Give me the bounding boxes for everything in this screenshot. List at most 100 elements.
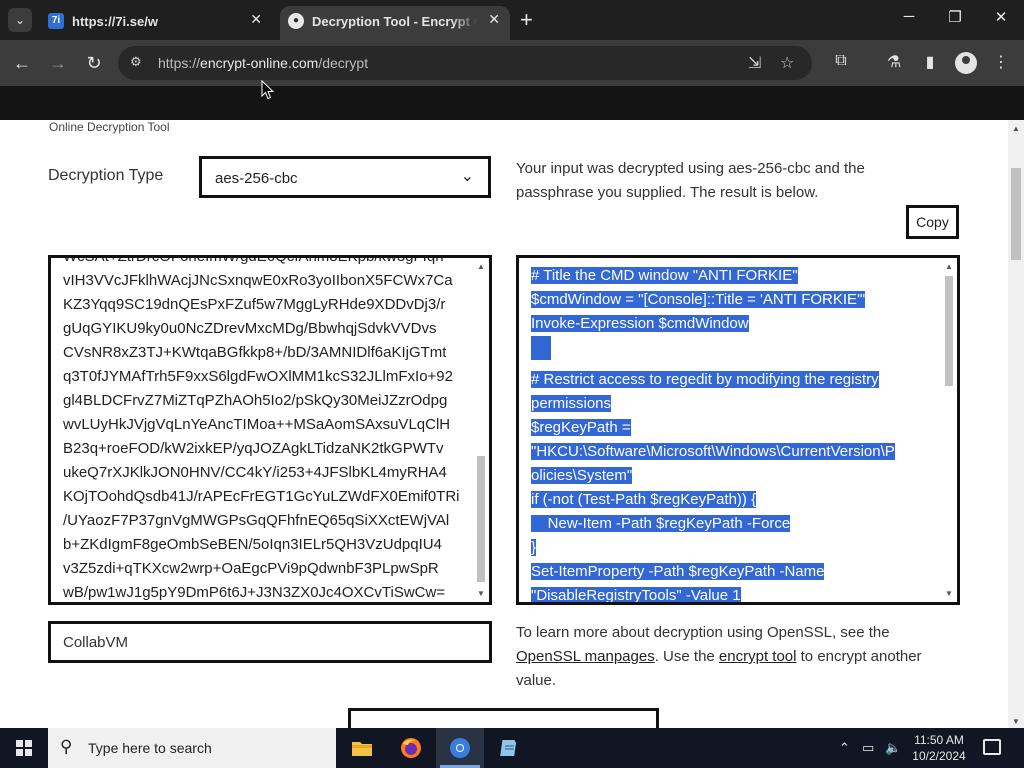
- selected-text: # Restrict access to regedit by modifyin…: [531, 371, 879, 388]
- ciphertext-content: WcSAt+ZtrDrcOFoneImW/gdE6QcIAhm8EKpb/kw3…: [63, 255, 460, 602]
- labs-icon[interactable]: ⚗: [883, 52, 905, 72]
- ciphertext-line: WcSAt+ZtrDrcOFoneImW/gdE6QcIAhm8EKpb/kw3…: [63, 255, 444, 265]
- install-app-icon[interactable]: ⇲: [748, 53, 761, 73]
- selected-text: [531, 336, 551, 360]
- plaintext-line: $cmdWindow = "[Console]::Title = 'ANTI F…: [531, 288, 943, 312]
- taskbar-search-box[interactable]: ⚲ Type here to search: [48, 728, 336, 768]
- scroll-up-icon[interactable]: ▲: [1008, 124, 1024, 133]
- taskbar-file-explorer[interactable]: [338, 728, 386, 768]
- ciphertext-line: CVsNR8xZ3TJ+KWtqaBGfkkp8+/bD/3AMNIDlf6aK…: [63, 344, 447, 361]
- clock-date: 10/2/2024: [912, 749, 966, 763]
- window-close-icon[interactable]: ✕: [978, 8, 1024, 26]
- plaintext-line: }: [531, 536, 943, 560]
- ciphertext-textarea[interactable]: WcSAt+ZtrDrcOFoneImW/gdE6QcIAhm8EKpb/kw3…: [48, 255, 492, 605]
- page-scrollbar[interactable]: ▲ ▼: [1008, 120, 1024, 728]
- tab-title: Decryption Tool - Encrypt Online: [312, 14, 477, 29]
- ciphertext-line: q3T0fJYMAfTrh5F9xxS6lgdFwOXlMM1kcS32JLlm…: [63, 368, 453, 385]
- encrypt-tool-link[interactable]: encrypt tool: [719, 648, 797, 665]
- notepad-icon: [500, 740, 517, 756]
- search-icon: ⚲: [60, 737, 73, 756]
- url-text[interactable]: https://encrypt-online.com/decrypt: [158, 55, 368, 71]
- plaintext-line: Invoke-Expression $cmdWindow: [531, 312, 943, 336]
- back-icon[interactable]: ←: [9, 50, 35, 76]
- taskbar-chrome[interactable]: [436, 728, 484, 768]
- scroll-thumb[interactable]: [477, 456, 485, 582]
- url-host: encrypt-online.com: [200, 55, 319, 71]
- decrypt-button[interactable]: [348, 708, 659, 728]
- plaintext-output[interactable]: # Title the CMD window "ANTI FORKIE" $cmd…: [516, 255, 960, 605]
- plaintext-line: Set-ItemProperty -Path $regKeyPath -Name: [531, 560, 943, 584]
- decryption-type-select[interactable]: aes-256-cbc ⌄: [199, 156, 491, 198]
- address-bar[interactable]: ⚙ https://encrypt-online.com/decrypt ⇲ ☆: [118, 46, 812, 80]
- plaintext-line: permissions: [531, 392, 943, 416]
- url-path: /decrypt: [318, 55, 369, 71]
- reload-icon[interactable]: ↻: [81, 50, 107, 76]
- scroll-thumb[interactable]: [945, 276, 953, 386]
- decryption-type-value: aes-256-cbc: [215, 170, 298, 187]
- taskbar-firefox[interactable]: [387, 728, 435, 768]
- ciphertext-line: /UYaozF7P37gnVgMWGPsGqQFhfnEQ65qSiXXctEW…: [63, 512, 450, 529]
- minimize-icon[interactable]: ─: [886, 8, 932, 25]
- learn-prefix: To learn more about decryption using Ope…: [516, 624, 890, 641]
- page-scroll-thumb[interactable]: [1011, 168, 1021, 260]
- folder-icon: [352, 742, 372, 756]
- menu-kebab-icon[interactable]: ⋮: [990, 52, 1012, 72]
- url-scheme: https://: [158, 55, 201, 71]
- taskbar-clock[interactable]: 11:50 AM 10/2/2024: [907, 732, 971, 764]
- show-hidden-icons-icon[interactable]: ⌃: [839, 740, 850, 756]
- new-tab-icon[interactable]: +: [520, 7, 533, 33]
- scroll-down-icon[interactable]: ▼: [943, 589, 955, 598]
- bookmark-star-icon[interactable]: ☆: [780, 53, 794, 73]
- network-icon[interactable]: ▭: [862, 740, 874, 756]
- site-info-icon[interactable]: ⚙: [130, 54, 148, 72]
- ciphertext-line: vIH3VVcJFklhWAcjJNcSxnqwE0xRo3yoIIbonX5F…: [63, 272, 453, 289]
- site-header-bar: [0, 86, 1024, 120]
- volume-muted-icon[interactable]: 🔈: [885, 740, 901, 756]
- selected-text: New-Item -Path $regKeyPath -Force: [531, 515, 791, 532]
- ciphertext-line: wvLUyHkJVjgVqLnYeAncTIMoa++MSaAomSAxsuVL…: [63, 416, 451, 433]
- start-button[interactable]: [0, 728, 48, 768]
- selected-text: "HKCU:\Software\Microsoft\Windows\Curren…: [531, 443, 895, 460]
- learn-more-text: To learn more about decryption using Ope…: [516, 621, 956, 693]
- firefox-icon: [401, 738, 421, 758]
- page-breadcrumb: Online Decryption Tool: [49, 120, 170, 134]
- scroll-down-icon[interactable]: ▼: [1008, 717, 1024, 726]
- tab-decryption-tool[interactable]: ● Decryption Tool - Encrypt Online ✕: [280, 6, 510, 40]
- plaintext-scrollbar[interactable]: ▲ ▼: [943, 260, 955, 600]
- selected-text: "DisableRegistryTools" -Value 1: [531, 587, 741, 604]
- profile-avatar-icon[interactable]: [955, 52, 977, 74]
- ciphertext-line: wB/pw1wJ1g5pY9DmP6t6J+J3N3ZX0Jc4OXCvTiSw…: [63, 584, 446, 601]
- taskbar-notepad[interactable]: [486, 728, 534, 768]
- selected-text: $regKeyPath =: [531, 419, 631, 436]
- plaintext-line: "DisableRegistryTools" -Value 1: [531, 584, 943, 604]
- forward-icon[interactable]: →: [45, 50, 71, 76]
- passphrase-input[interactable]: CollabVM: [48, 621, 492, 663]
- copy-button[interactable]: Copy: [906, 205, 959, 239]
- tab-search-button[interactable]: ⌄: [8, 8, 32, 32]
- plaintext-line: olicies\System": [531, 464, 943, 488]
- openssl-manpages-link[interactable]: OpenSSL manpages: [516, 648, 655, 665]
- restore-icon[interactable]: ❐: [932, 8, 978, 26]
- tab-close-icon[interactable]: ✕: [250, 11, 262, 28]
- chrome-icon: [450, 738, 470, 758]
- plaintext-line: "HKCU:\Software\Microsoft\Windows\Curren…: [531, 440, 943, 464]
- side-panel-icon[interactable]: ▮: [919, 52, 941, 72]
- ciphertext-line: KOjTOohdQsdb41J/rAPEcFrEGT1GcYuLZWdFX0Em…: [63, 488, 460, 505]
- ciphertext-line: gl4BLDCFrvZ7MiZTqPZhAOh5Io2/pSkQy30MeiJZ…: [63, 392, 448, 409]
- learn-middle: . Use the: [654, 648, 719, 665]
- scroll-down-icon[interactable]: ▼: [475, 589, 487, 598]
- browser-tab-bar: ⌄ 7i https://7i.se/w ✕ ● Decryption Tool…: [0, 0, 1024, 40]
- scroll-up-icon[interactable]: ▲: [475, 262, 487, 271]
- chevron-down-icon: ⌄: [460, 168, 474, 185]
- tab-7i[interactable]: 7i https://7i.se/w ✕: [40, 6, 272, 40]
- tab-close-icon[interactable]: ✕: [488, 11, 500, 28]
- selected-text: permissions: [531, 395, 612, 412]
- tab-favicon-icon: ●: [288, 13, 304, 29]
- extensions-icon[interactable]: ⧉: [830, 52, 852, 70]
- taskbar-search-placeholder: Type here to search: [88, 740, 212, 756]
- scroll-up-icon[interactable]: ▲: [943, 262, 955, 271]
- ciphertext-scrollbar[interactable]: ▲ ▼: [475, 260, 487, 600]
- notifications-icon[interactable]: [983, 739, 1001, 755]
- selected-text: $cmdWindow = "[Console]::Title = 'ANTI F…: [531, 291, 866, 308]
- page-content: Online Decryption Tool Decryption Type a…: [0, 120, 1008, 728]
